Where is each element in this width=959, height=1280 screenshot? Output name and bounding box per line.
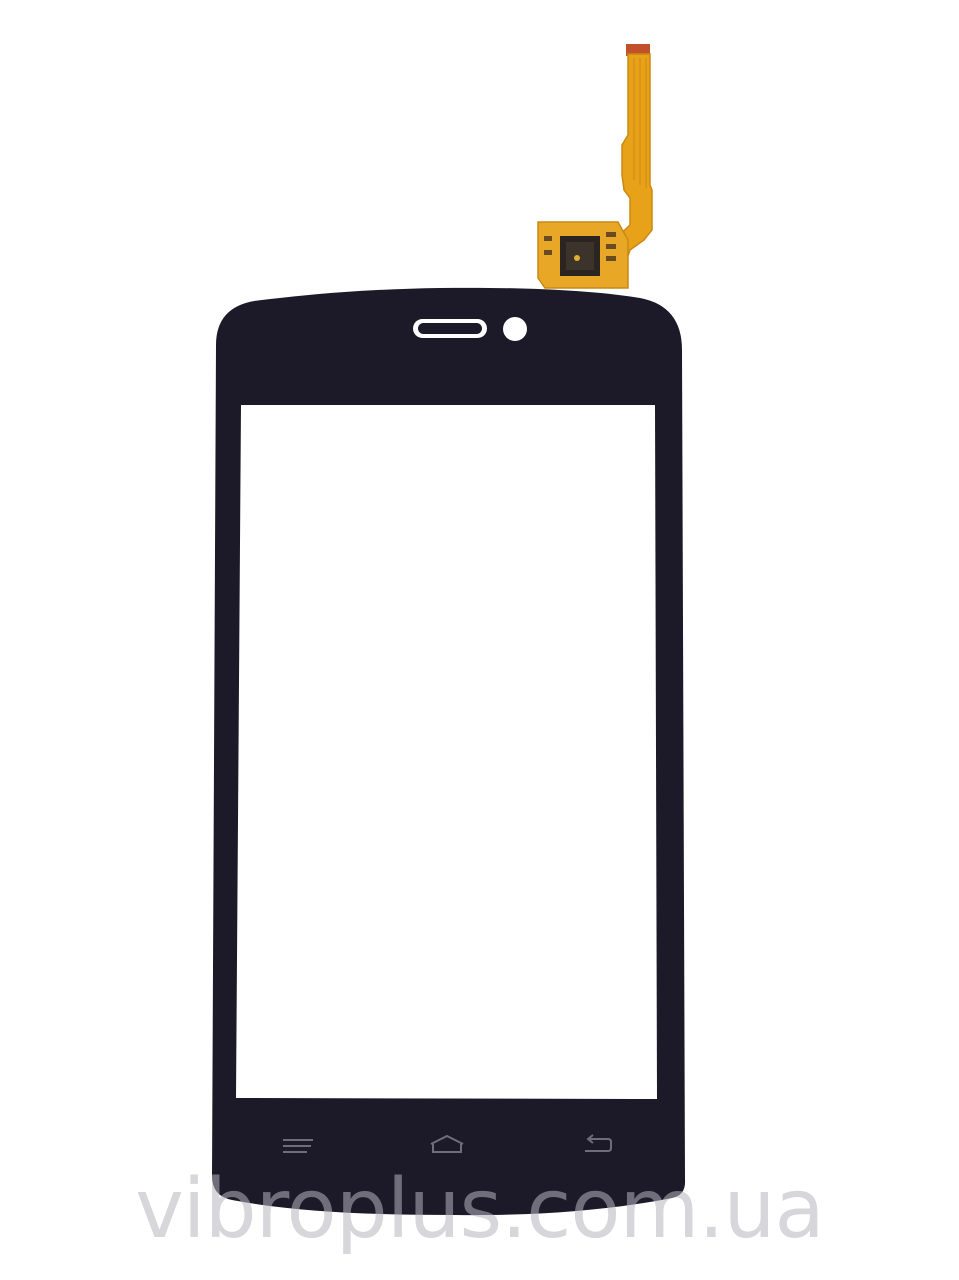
touchscreen-digitizer-photo bbox=[212, 44, 686, 1216]
smd-component bbox=[606, 256, 616, 261]
controller-chip-dot bbox=[574, 255, 580, 261]
flex-cable bbox=[537, 44, 653, 289]
smd-component bbox=[544, 250, 552, 255]
watermark-text: vibroplus.com.ua bbox=[135, 1162, 824, 1257]
display-window bbox=[236, 405, 657, 1099]
smd-component bbox=[606, 244, 616, 249]
controller-chip-die bbox=[566, 242, 594, 270]
smd-component bbox=[544, 236, 552, 241]
front-camera-hole bbox=[503, 317, 527, 341]
smd-component bbox=[606, 232, 616, 237]
earpiece-slot-inner bbox=[418, 323, 482, 334]
